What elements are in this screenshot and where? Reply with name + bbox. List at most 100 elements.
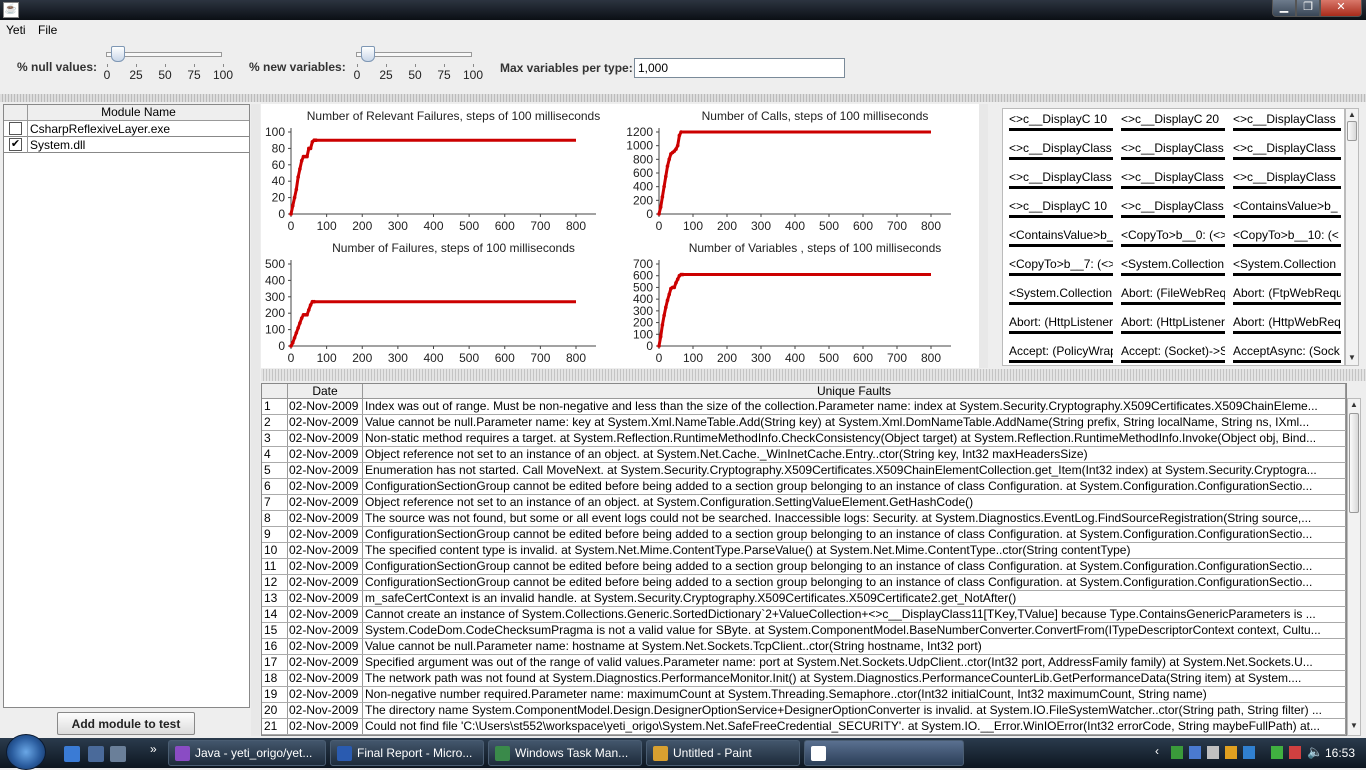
task-word[interactable]: Final Report - Micro... bbox=[330, 740, 484, 766]
fault-row[interactable]: 10 02-Nov-2009 The specified content type … bbox=[262, 543, 1346, 559]
variable-item[interactable]: <ContainsValue>b_ bbox=[1233, 199, 1341, 218]
scroll-thumb[interactable] bbox=[1349, 413, 1359, 513]
variable-item[interactable]: <System.Collection bbox=[1009, 286, 1113, 305]
variable-item[interactable]: <>c__DisplayClass bbox=[1121, 170, 1225, 189]
horizontal-splitter[interactable] bbox=[0, 94, 1366, 102]
fault-row[interactable]: 11 02-Nov-2009 ConfigurationSectionGroup c… bbox=[262, 559, 1346, 575]
date-column-header[interactable]: Date bbox=[288, 384, 363, 398]
fault-row[interactable]: 4 02-Nov-2009 Object reference not set to … bbox=[262, 447, 1346, 463]
new-variables-slider[interactable]: 0 25 50 75 100 bbox=[354, 44, 483, 84]
variable-item[interactable]: Abort: (FtpWebRequ bbox=[1233, 286, 1341, 305]
variable-item[interactable]: <System.Collection bbox=[1121, 257, 1225, 276]
fault-row[interactable]: 18 02-Nov-2009 The network path was not fo… bbox=[262, 671, 1346, 687]
fault-row[interactable]: 16 02-Nov-2009 Value cannot be null.Parame… bbox=[262, 639, 1346, 655]
fault-row[interactable]: 21 02-Nov-2009 Could not find file 'C:\Use… bbox=[262, 719, 1346, 735]
variable-item[interactable]: <>c__DisplayC 10 bbox=[1009, 112, 1113, 131]
menu-file[interactable]: File bbox=[38, 23, 57, 37]
fault-row[interactable]: 5 02-Nov-2009 Enumeration has not started.… bbox=[262, 463, 1346, 479]
add-module-button[interactable]: Add module to test bbox=[57, 712, 195, 735]
fault-row[interactable]: 2 02-Nov-2009 Value cannot be null.Paramet… bbox=[262, 415, 1346, 431]
module-name-column-header[interactable]: Module Name bbox=[28, 105, 249, 120]
tray-expand-icon[interactable]: ‹ bbox=[1155, 744, 1159, 758]
unique-faults-column-header[interactable]: Unique Faults bbox=[363, 384, 1346, 398]
variable-item[interactable]: Accept: (PolicyWrap bbox=[1009, 344, 1113, 363]
variable-item[interactable]: <CopyTo>b__0: (<> bbox=[1121, 228, 1225, 247]
tray-app-icon[interactable] bbox=[1225, 746, 1237, 759]
fault-row[interactable]: 14 02-Nov-2009 Cannot create an instance o… bbox=[262, 607, 1346, 623]
fault-row[interactable]: 15 02-Nov-2009 System.CodeDom.CodeChecksum… bbox=[262, 623, 1346, 639]
fault-row[interactable]: 8 02-Nov-2009 The source was not found, bu… bbox=[262, 511, 1346, 527]
max-variables-input[interactable] bbox=[634, 58, 845, 78]
scroll-down-icon[interactable]: ▼ bbox=[1350, 721, 1358, 730]
variable-item[interactable]: <>c__DisplayClass bbox=[1233, 141, 1341, 160]
variable-item[interactable]: <CopyTo>b__10: (< bbox=[1233, 228, 1341, 247]
fault-row[interactable]: 9 02-Nov-2009 ConfigurationSectionGroup ca… bbox=[262, 527, 1346, 543]
close-button[interactable]: ✕ bbox=[1320, 0, 1362, 17]
tray-app-icon[interactable] bbox=[1171, 746, 1183, 759]
module-checkbox[interactable] bbox=[9, 122, 22, 135]
scroll-thumb[interactable] bbox=[1347, 121, 1357, 141]
task-task-manager[interactable]: Windows Task Man... bbox=[488, 740, 642, 766]
variable-item[interactable]: <>c__DisplayC 10 bbox=[1009, 199, 1113, 218]
horizontal-splitter-lower[interactable] bbox=[261, 369, 1366, 381]
vertical-splitter[interactable] bbox=[251, 104, 260, 736]
variable-item[interactable]: <ContainsValue>b_ bbox=[1009, 228, 1113, 247]
bluetooth-icon[interactable] bbox=[1243, 746, 1255, 759]
variable-item[interactable]: Accept: (Socket)->S bbox=[1121, 344, 1225, 363]
fault-row[interactable]: 7 02-Nov-2009 Object reference not set to … bbox=[262, 495, 1346, 511]
quick-launch-more-icon[interactable]: » bbox=[150, 742, 157, 756]
faults-scrollbar[interactable]: ▲ ▼ bbox=[1347, 398, 1361, 736]
variable-item[interactable]: Abort: (HttpListenerl bbox=[1121, 315, 1225, 334]
clock[interactable]: 16:53 bbox=[1325, 746, 1355, 760]
fault-row[interactable]: 3 02-Nov-2009 Non-static method requires a… bbox=[262, 431, 1346, 447]
variable-item[interactable]: <>c__DisplayClass bbox=[1009, 170, 1113, 189]
scroll-up-icon[interactable]: ▲ bbox=[1348, 110, 1356, 119]
variable-item[interactable]: <>c__DisplayClass bbox=[1009, 141, 1113, 160]
fault-row[interactable]: 20 02-Nov-2009 The directory name System.C… bbox=[262, 703, 1346, 719]
module-row[interactable]: CsharpReflexiveLayer.exe bbox=[4, 120, 249, 137]
desktop-icon[interactable] bbox=[88, 746, 104, 762]
null-values-slider[interactable]: 0 25 50 75 100 bbox=[104, 44, 233, 84]
scroll-up-icon[interactable]: ▲ bbox=[1350, 400, 1358, 409]
module-checkbox[interactable]: ✔ bbox=[9, 138, 22, 151]
volume-icon[interactable]: 🔈 bbox=[1307, 744, 1323, 760]
variable-item[interactable]: <System.Collection bbox=[1233, 257, 1341, 276]
variable-item[interactable]: <CopyTo>b__7: (<> bbox=[1009, 257, 1113, 276]
new-variables-slider-thumb[interactable] bbox=[360, 46, 375, 62]
variable-item[interactable]: <>c__DisplayClass bbox=[1233, 170, 1341, 189]
ie-icon[interactable] bbox=[64, 746, 80, 762]
scroll-down-icon[interactable]: ▼ bbox=[1348, 353, 1356, 362]
network-icon[interactable] bbox=[1289, 746, 1301, 759]
fault-row[interactable]: 1 02-Nov-2009 Index was out of range. Must… bbox=[262, 399, 1346, 415]
variable-item[interactable]: Abort: (HttpWebReq bbox=[1233, 315, 1341, 334]
variables-scrollbar[interactable]: ▲ ▼ bbox=[1345, 108, 1359, 366]
menu-yeti[interactable]: Yeti bbox=[6, 23, 26, 37]
minimize-button[interactable]: ▁ bbox=[1272, 0, 1296, 17]
module-row[interactable]: ✔ System.dll bbox=[4, 136, 249, 153]
variable-item[interactable]: <>c__DisplayClass bbox=[1121, 199, 1225, 218]
maximize-button[interactable]: ❐ bbox=[1296, 0, 1320, 17]
explorer-icon[interactable] bbox=[110, 746, 126, 762]
variable-item[interactable]: Abort: (FileWebReq bbox=[1121, 286, 1225, 305]
battery-icon[interactable] bbox=[1271, 746, 1283, 759]
fault-row[interactable]: 17 02-Nov-2009 Specified argument was out … bbox=[262, 655, 1346, 671]
start-button[interactable] bbox=[6, 734, 46, 770]
tray-app-icon[interactable] bbox=[1207, 746, 1219, 759]
row-number-column-header[interactable] bbox=[262, 384, 288, 398]
task-java[interactable]: Java - yeti_origo/yet... bbox=[168, 740, 326, 766]
variable-item[interactable]: <>c__DisplayClass bbox=[1233, 112, 1341, 131]
null-values-slider-thumb[interactable] bbox=[110, 46, 125, 62]
variable-item[interactable]: <>c__DisplayC 20 bbox=[1121, 112, 1225, 131]
variable-item[interactable]: <>c__DisplayClass bbox=[1121, 141, 1225, 160]
variable-item[interactable]: Abort: (HttpListener) bbox=[1009, 315, 1113, 334]
tray-app-icon[interactable] bbox=[1189, 746, 1201, 759]
fault-row[interactable]: 13 02-Nov-2009 m_safeCertContext is an inv… bbox=[262, 591, 1346, 607]
fault-row[interactable]: 19 02-Nov-2009 Non-negative number require… bbox=[262, 687, 1346, 703]
variable-item[interactable]: AcceptAsync: (Sock bbox=[1233, 344, 1341, 363]
fault-row[interactable]: 12 02-Nov-2009 ConfigurationSectionGroup c… bbox=[262, 575, 1346, 591]
fault-row[interactable]: 6 02-Nov-2009 ConfigurationSectionGroup ca… bbox=[262, 479, 1346, 495]
task-paint[interactable]: Untitled - Paint bbox=[646, 740, 800, 766]
task-java-app[interactable] bbox=[804, 740, 964, 766]
vertical-splitter-right[interactable] bbox=[979, 104, 988, 368]
java-app-icon[interactable]: ☕ bbox=[3, 2, 19, 18]
